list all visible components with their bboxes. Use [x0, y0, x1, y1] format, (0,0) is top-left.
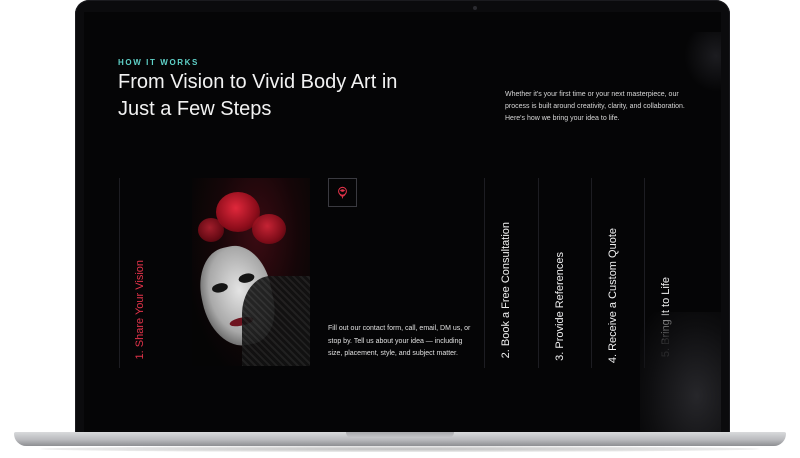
column-divider: [591, 178, 592, 368]
image-eye: [237, 272, 256, 285]
step-tab-share-vision[interactable]: 1. Share Your Vision: [134, 260, 146, 359]
column-divider: [538, 178, 539, 368]
laptop-notch: [346, 432, 454, 438]
bg-texture-top: [684, 32, 721, 92]
camera-dot: [473, 6, 477, 10]
rose-icon-box: [328, 178, 357, 207]
screen: HOW IT WORKS From Vision to Vivid Body A…: [84, 12, 721, 432]
column-divider: [119, 178, 120, 368]
step-tab-book-consultation[interactable]: 2. Book a Free Consultation: [500, 222, 512, 358]
step-tab-provide-references[interactable]: 3. Provide References: [554, 252, 566, 361]
image-eye: [211, 281, 229, 294]
step-image: [192, 178, 310, 366]
image-rose: [252, 214, 286, 244]
column-divider: [484, 178, 485, 368]
section-eyebrow: HOW IT WORKS: [118, 58, 199, 67]
section-heading: From Vision to Vivid Body Art in Just a …: [118, 71, 398, 120]
step-tab-custom-quote[interactable]: 4. Receive a Custom Quote: [607, 228, 619, 363]
bg-texture-bottom: [640, 312, 721, 432]
step-description: Fill out our contact form, call, email, …: [328, 325, 471, 357]
laptop-shadow: [40, 446, 760, 452]
image-lace: [242, 276, 310, 366]
rose-icon: [338, 186, 347, 199]
image-rose: [198, 218, 224, 242]
section-intro: Whether it's your first time or your nex…: [505, 91, 685, 122]
